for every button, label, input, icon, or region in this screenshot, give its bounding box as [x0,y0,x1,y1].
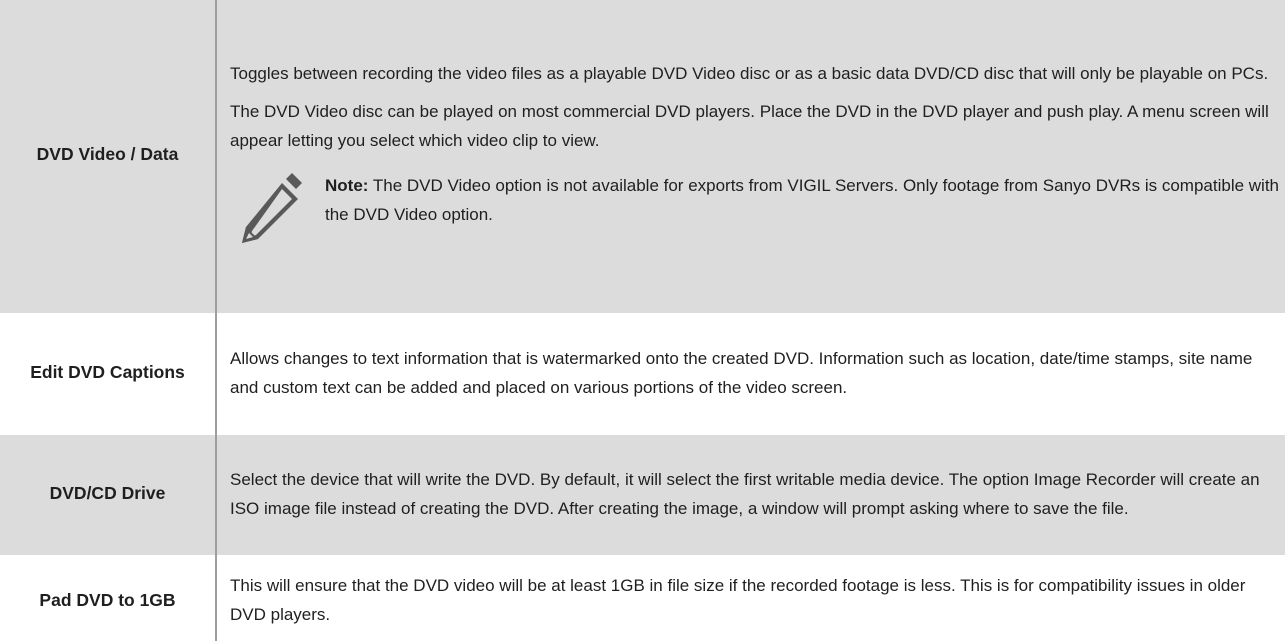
table-row-pad-dvd: Pad DVD to 1GB This will ensure that the… [0,555,1285,641]
description-paragraph: Toggles between recording the video file… [230,63,1269,83]
term-dvd-video-data: DVD Video / Data [0,0,217,314]
table-row-dvd-video-data: DVD Video / Data Toggles between recordi… [0,0,1285,314]
note-label: Note: [325,175,369,195]
description-paragraph: Allows changes to text information that … [230,348,1253,397]
description-paragraph: The DVD Video disc can be played on most… [230,101,1269,150]
description-paragraph: This will ensure that the DVD video will… [230,576,1246,624]
term-pad-dvd: Pad DVD to 1GB [0,555,217,641]
table-row-edit-dvd-captions: Edit DVD Captions Allows changes to text… [0,313,1285,435]
term-edit-dvd-captions: Edit DVD Captions [0,313,217,435]
table-row-dvd-cd-drive: DVD/CD Drive Select the device that will… [0,434,1285,556]
description-pad-dvd: This will ensure that the DVD video will… [216,555,1285,641]
pencil-icon [242,172,302,243]
settings-table: DVD Video / Data Toggles between recordi… [0,0,1285,641]
note-callout: Note: The DVD Video option is not availa… [230,171,1279,251]
description-paragraph: Select the device that will write the DV… [230,469,1260,518]
description-dvd-cd-drive: Select the device that will write the DV… [216,434,1285,556]
description-dvd-video-data: Toggles between recording the video file… [216,0,1285,314]
note-text: The DVD Video option is not available fo… [325,175,1280,224]
description-edit-dvd-captions: Allows changes to text information that … [216,313,1285,435]
term-dvd-cd-drive: DVD/CD Drive [0,434,217,556]
